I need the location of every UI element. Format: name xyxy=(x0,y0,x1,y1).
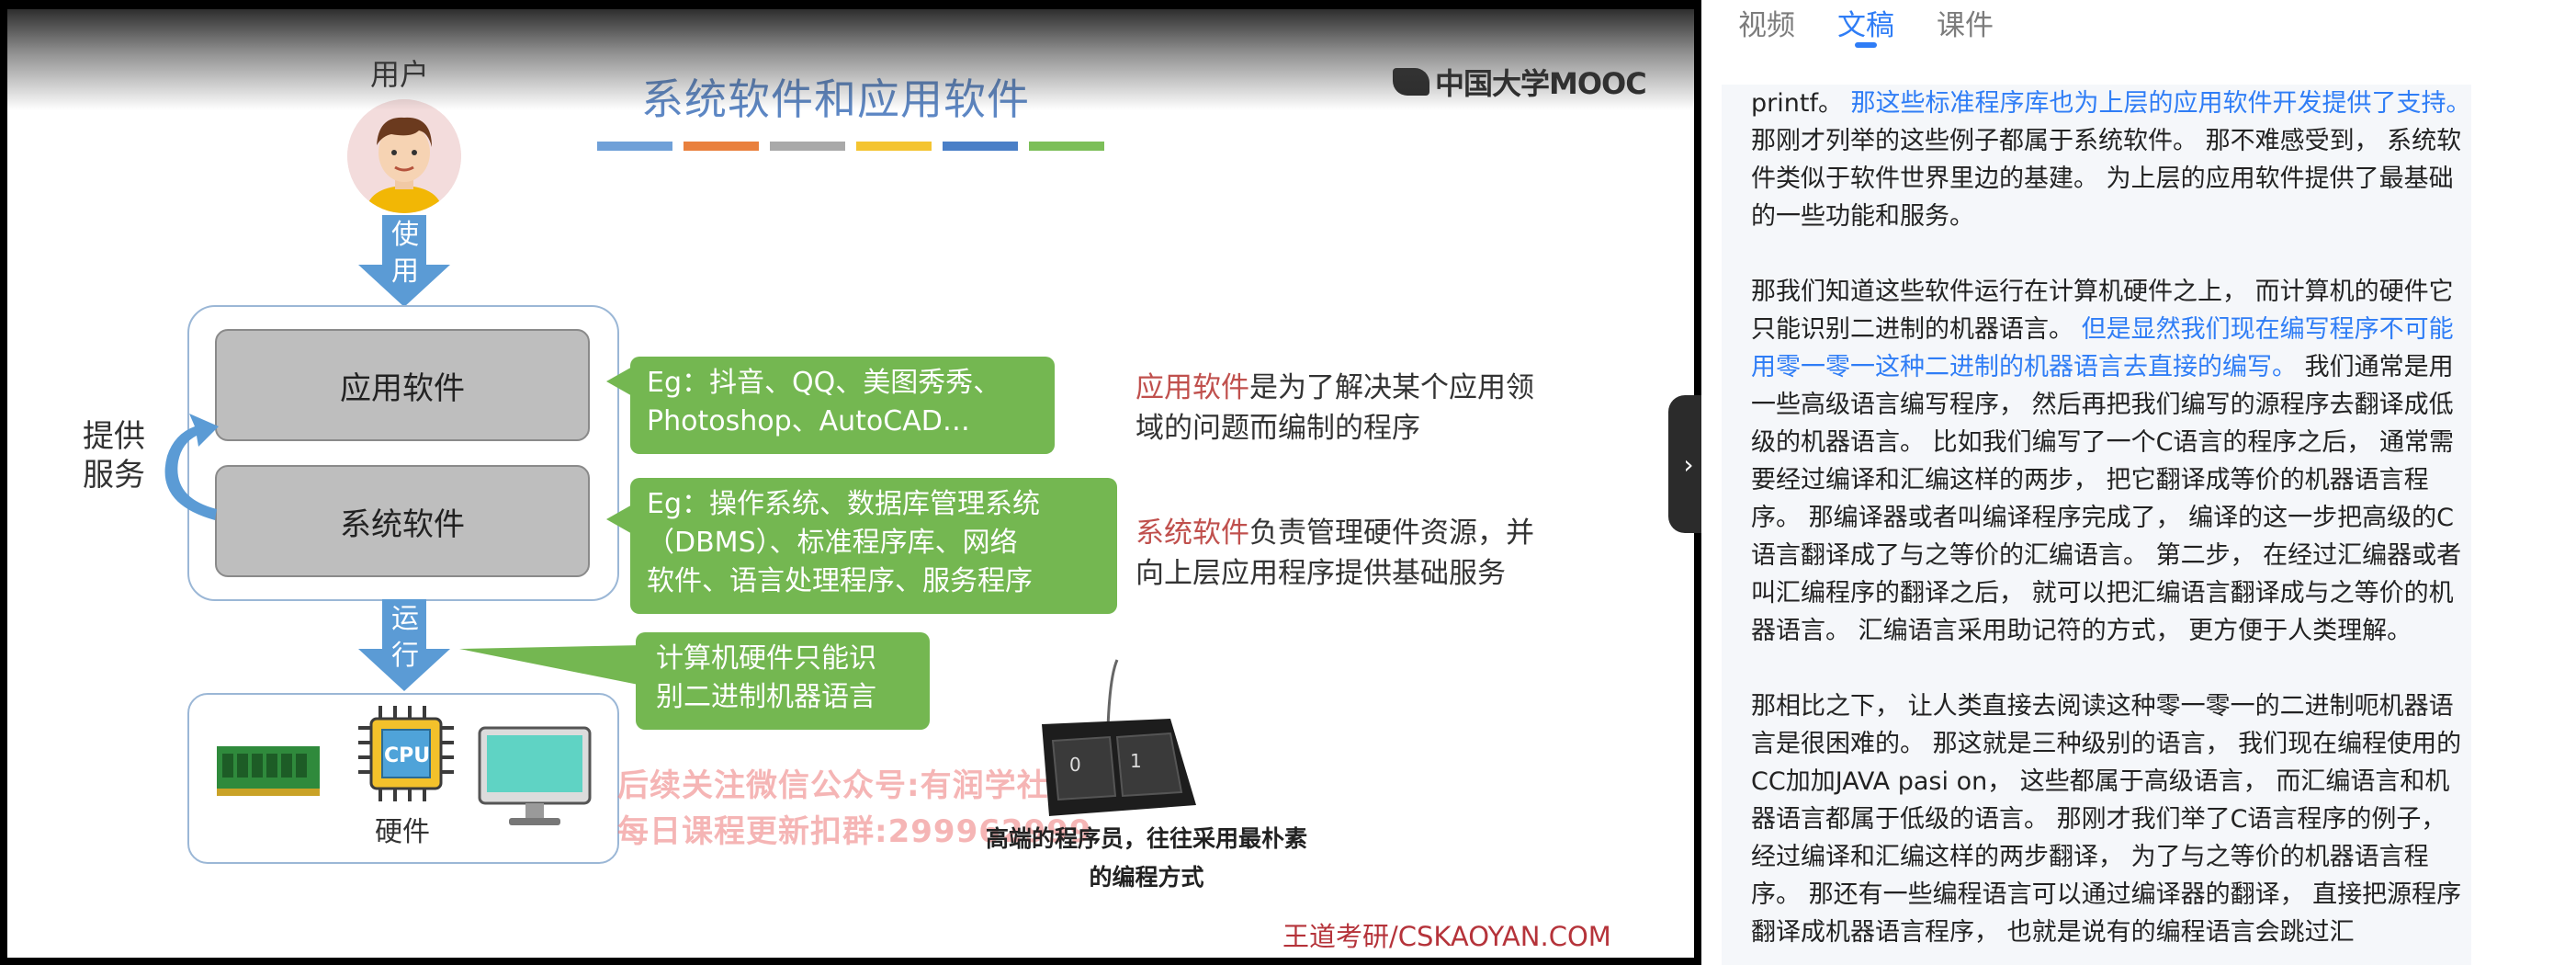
transcript-text[interactable]: 我们通常是用一些高级语言编写程序， 然后再把我们编写的源程序去翻译成低级的机器语… xyxy=(1751,353,2461,645)
footer-brand: 王道考研/CSKAOYAN.COM xyxy=(1282,921,1611,952)
sys-def-term: 系统软件 xyxy=(1135,517,1249,550)
title-color-bar xyxy=(1029,142,1104,151)
video-player[interactable]: 系统软件和应用软件 中国大学MOOC 用户 使 用 应用软件 系统软件 提供 服… xyxy=(0,0,1709,965)
slide-title: 系统软件和应用软件 xyxy=(641,74,1030,124)
app-examples-callout: Eg：抖音、QQ、美图秀秀、 Photoshop、AutoCAD… xyxy=(630,357,1055,454)
highlighted-sentence[interactable]: 那这些标准程序库也为上层的应用软件开发提供了支持。 xyxy=(1851,89,2471,118)
provide-service-label: 提供 服务 xyxy=(83,418,145,494)
user-avatar-icon xyxy=(347,99,461,213)
panel-tabs: 视频 文稿 课件 xyxy=(1738,0,1994,59)
tab-courseware[interactable]: 课件 xyxy=(1937,0,1994,59)
system-software-definition: 系统软件负责管理硬件资源，并 向上层应用程序提供基础服务 xyxy=(1135,513,1534,594)
ram-module-icon xyxy=(217,746,320,796)
title-color-bar xyxy=(770,142,845,151)
watermark-line-1: 后续关注微信公众号:有润学社 xyxy=(617,767,1049,804)
transcript-content[interactable]: printf。 那这些标准程序库也为上层的应用软件开发提供了支持。 那刚才列举的… xyxy=(1722,85,2471,965)
app-def-term: 应用软件 xyxy=(1135,371,1249,404)
title-color-bar xyxy=(943,142,1018,151)
title-color-bar xyxy=(856,142,932,151)
monitor-icon xyxy=(478,726,592,825)
app-software-definition: 应用软件是为了解决某个应用领 域的问题而编制的程序 xyxy=(1135,368,1534,448)
hardware-label: 硬件 xyxy=(375,816,430,848)
app-software-box: 应用软件 xyxy=(215,329,590,441)
key-0-label: 0 xyxy=(1069,754,1081,776)
sys-examples-callout: Eg：操作系统、数据库管理系统 （DBMS）、标准程序库、网络 软件、语言处理程… xyxy=(630,478,1117,614)
user-label: 用户 xyxy=(370,57,430,92)
transcript-paragraph[interactable]: 那我们知道这些软件运行在计算机硬件之上， 而计算机的硬件它只能识别二进制的机器语… xyxy=(1751,273,2471,650)
lecture-slide: 系统软件和应用软件 中国大学MOOC 用户 使 用 应用软件 系统软件 提供 服… xyxy=(7,9,1694,958)
mooc-logo: 中国大学MOOC xyxy=(1393,61,1647,103)
tab-transcript[interactable]: 文稿 xyxy=(1837,0,1894,59)
key-1-label: 1 xyxy=(1130,750,1142,772)
chevron-right-icon: › xyxy=(1683,448,1694,480)
mooc-logo-icon xyxy=(1393,68,1429,96)
binary-keypad-icon xyxy=(1042,659,1196,816)
cpu-label: CPU xyxy=(384,744,431,767)
app-root: 系统软件和应用软件 中国大学MOOC 用户 使 用 应用软件 系统软件 提供 服… xyxy=(0,0,2576,965)
hw-callout-pointer xyxy=(459,645,643,686)
hardware-note-callout: 计算机硬件只能识 别二进制机器语言 xyxy=(636,632,930,730)
transcript-text[interactable]: 那相比之下， 让人类直接去阅读这种零一零一的二进制呃机器语言是很困难的。 那这就… xyxy=(1751,692,2461,947)
use-arrow-label: 使 用 xyxy=(391,219,419,288)
transcript-text[interactable]: 那刚才列举的这些例子都属于系统软件。 那不难感受到， 系统软件类似于软件世界里边… xyxy=(1751,127,2461,231)
title-color-bar xyxy=(597,142,672,151)
transcript-paragraph[interactable]: 那相比之下， 让人类直接去阅读这种零一零一的二进制呃机器语言是很困难的。 那这就… xyxy=(1751,687,2471,951)
title-color-bar xyxy=(684,142,759,151)
tab-video[interactable]: 视频 xyxy=(1738,0,1795,59)
mooc-logo-text: 中国大学MOOC xyxy=(1435,66,1647,101)
run-arrow-label: 运 行 xyxy=(391,603,419,672)
system-software-box: 系统软件 xyxy=(215,465,590,577)
keypad-caption: 高端的程序员，往往采用最朴素 的编程方式 xyxy=(985,825,1307,891)
transcript-paragraph[interactable]: printf。 那这些标准程序库也为上层的应用软件开发提供了支持。 那刚才列举的… xyxy=(1751,85,2471,235)
transcript-text[interactable]: printf。 xyxy=(1751,89,1851,118)
transcript-panel: 视频 文稿 课件 printf。 那这些标准程序库也为上层的应用软件开发提供了支… xyxy=(1701,0,2576,965)
provide-service-curved-arrow-icon xyxy=(164,414,219,520)
